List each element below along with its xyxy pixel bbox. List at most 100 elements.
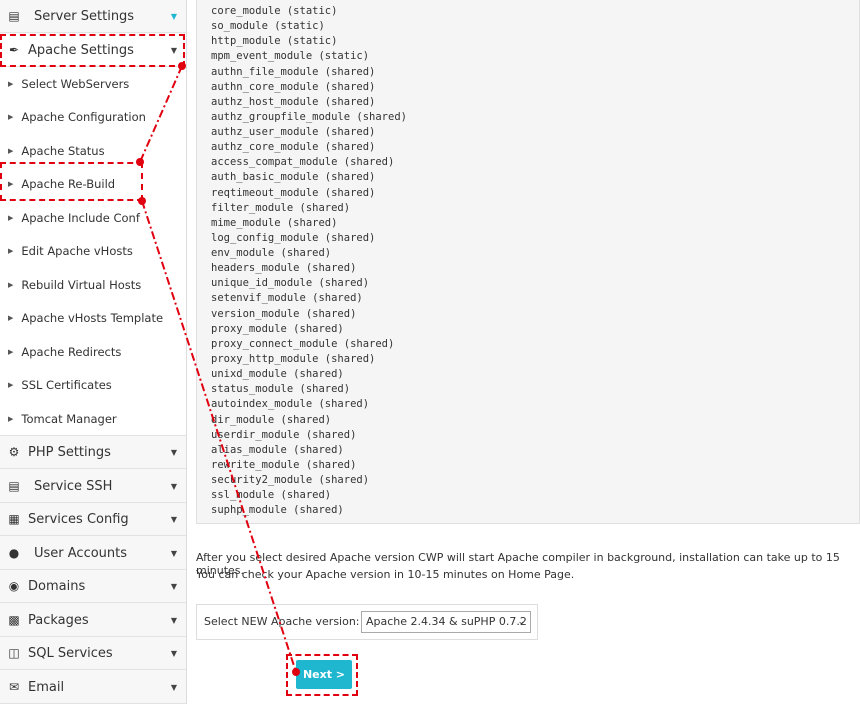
nav-label: PHP Settings xyxy=(28,444,111,460)
apache-submenu: ▶ Select WebServers ▶ Apache Configuration… xyxy=(0,67,186,436)
module-line: dir_module (shared) xyxy=(211,413,332,426)
submenu-label: Apache vHosts Template xyxy=(21,310,164,325)
submenu-item[interactable]: ▶ Apache vHosts Template xyxy=(0,301,186,334)
nav-packages[interactable]: ▩ Packages ▼ xyxy=(0,604,186,637)
apache-version-form: Select NEW Apache version: Apache 2.4.34… xyxy=(196,604,538,640)
chevron-down-icon: ▼ xyxy=(170,514,177,524)
nav-label: Server Settings xyxy=(34,8,135,24)
module-line: proxy_http_module (shared) xyxy=(211,352,376,365)
nav-label: Email xyxy=(28,679,65,695)
caret-right-icon: ▶ xyxy=(8,246,14,255)
module-line: http_module (static) xyxy=(211,35,338,48)
nav-php-settings[interactable]: ⚙ PHP Settings ▼ xyxy=(0,436,186,469)
submenu-item[interactable]: ▶ Rebuild Virtual Hosts xyxy=(0,268,186,301)
chevron-down-icon: ▼ xyxy=(170,447,177,457)
list-icon: ▦ xyxy=(8,512,20,526)
submenu-label: Apache Include Conf xyxy=(21,210,140,225)
module-line: mime_module (shared) xyxy=(211,216,338,229)
chevron-down-icon: ▼ xyxy=(170,615,177,625)
module-line: suphp_module (shared) xyxy=(211,504,344,517)
module-line: authn_file_module (shared) xyxy=(211,65,376,78)
highlight-apache-rebuild xyxy=(0,162,143,201)
submenu-item[interactable]: ▶ Apache Redirects xyxy=(0,335,186,368)
monitor-icon: ▤ xyxy=(8,9,20,23)
highlight-apache-settings xyxy=(0,34,185,67)
user-icon: ● xyxy=(8,546,20,560)
submenu-label: Apache Configuration xyxy=(21,109,146,124)
database-icon: ◫ xyxy=(8,646,20,660)
package-icon: ▩ xyxy=(8,613,20,627)
module-line: authz_groupfile_module (shared) xyxy=(211,110,407,123)
chevron-down-icon: ▼ xyxy=(170,548,177,558)
nav-label: Service SSH xyxy=(34,478,113,494)
submenu-item[interactable]: ▶ Select WebServers xyxy=(0,67,186,100)
nav-services-config[interactable]: ▦ Services Config ▼ xyxy=(0,503,186,536)
module-line: headers_module (shared) xyxy=(211,262,357,275)
submenu-label: Rebuild Virtual Hosts xyxy=(21,277,142,292)
module-line: ssl_module (shared) xyxy=(211,489,332,502)
nav-service-ssh[interactable]: ▤ Service SSH ▼ xyxy=(0,470,186,503)
module-line: unixd_module (shared) xyxy=(211,368,344,381)
module-line: authz_host_module (shared) xyxy=(211,95,376,108)
caret-right-icon: ▶ xyxy=(8,79,14,88)
module-line: auth_basic_module (shared) xyxy=(211,171,376,184)
submenu-item[interactable]: ▶ Tomcat Manager xyxy=(0,402,186,435)
module-line: authz_core_module (shared) xyxy=(211,141,376,154)
module-line: alias_module (shared) xyxy=(211,443,344,456)
nav-label: User Accounts xyxy=(34,545,128,561)
loaded-modules-output: core_module (static) so_module (static) ht… xyxy=(196,0,860,524)
nav-sql-services[interactable]: ◫ SQL Services ▼ xyxy=(0,637,186,670)
chevron-down-icon: ▼ xyxy=(170,481,177,491)
submenu-label: Edit Apache vHosts xyxy=(21,243,133,258)
chevron-down-icon: ▼ xyxy=(170,682,177,692)
submenu-label: Apache Status xyxy=(21,143,105,158)
nav-domains[interactable]: ◉ Domains ▼ xyxy=(0,570,186,603)
module-line: version_module (shared) xyxy=(211,307,357,320)
module-line: autoindex_module (shared) xyxy=(211,398,370,411)
chevron-down-icon: ▼ xyxy=(170,648,177,658)
module-line: proxy_module (shared) xyxy=(211,322,344,335)
module-line: access_compat_module (shared) xyxy=(211,156,395,169)
globe-icon: ◉ xyxy=(8,579,20,593)
nav-server-settings[interactable]: ▤ Server Settings ▼ xyxy=(0,0,186,33)
caret-right-icon: ▶ xyxy=(8,112,14,121)
monitor-icon: ▤ xyxy=(8,479,20,493)
nav-user-accounts[interactable]: ● User Accounts ▼ xyxy=(0,537,186,570)
caret-right-icon: ▶ xyxy=(8,313,14,322)
module-line: env_module (shared) xyxy=(211,247,332,260)
gear-icon: ⚙ xyxy=(8,445,20,459)
sidebar: ▤ Server Settings ▼ ✒ Apache Settings ▼ … xyxy=(0,0,187,704)
submenu-item[interactable]: ▶ Apache Include Conf xyxy=(0,201,186,234)
module-line: security2_module (shared) xyxy=(211,474,370,487)
highlight-next-button xyxy=(286,654,358,696)
submenu-item[interactable]: ▶ Edit Apache vHosts xyxy=(0,234,186,267)
caret-right-icon: ▶ xyxy=(8,347,14,356)
chevron-down-icon: ▼ xyxy=(170,581,177,591)
submenu-label: SSL Certificates xyxy=(21,377,112,392)
selected-version: Apache 2.4.34 & suPHP 0.7.2 xyxy=(366,615,527,628)
module-line: authn_core_module (shared) xyxy=(211,80,376,93)
version-label: Select NEW Apache version: xyxy=(204,615,360,628)
submenu-label: Apache Redirects xyxy=(21,344,122,359)
submenu-label: Tomcat Manager xyxy=(21,411,117,426)
nav-label: Services Config xyxy=(28,511,129,527)
apache-version-select[interactable]: Apache 2.4.34 & suPHP 0.7.2 ⌄ xyxy=(361,611,531,633)
info-text-line-2: You can check your Apache version in 10-… xyxy=(196,568,575,581)
submenu-item[interactable]: ▶ SSL Certificates xyxy=(0,368,186,401)
module-line: authz_user_module (shared) xyxy=(211,126,376,139)
module-line: rewrite_module (shared) xyxy=(211,458,357,471)
envelope-icon: ✉ xyxy=(8,680,20,694)
submenu-item[interactable]: ▶ Apache Configuration xyxy=(0,100,186,133)
module-line: so_module (static) xyxy=(211,20,325,33)
module-line: unique_id_module (shared) xyxy=(211,277,370,290)
module-line: userdir_module (shared) xyxy=(211,428,357,441)
module-line: setenvif_module (shared) xyxy=(211,292,363,305)
nav-label: Domains xyxy=(28,578,86,594)
caret-right-icon: ▶ xyxy=(8,213,14,222)
nav-email[interactable]: ✉ Email ▼ xyxy=(0,671,186,704)
submenu-label: Select WebServers xyxy=(21,76,130,91)
nav-label: Packages xyxy=(28,612,89,628)
module-line: proxy_connect_module (shared) xyxy=(211,337,395,350)
chevron-down-icon: ⌄ xyxy=(517,617,525,627)
module-line: status_module (shared) xyxy=(211,383,351,396)
